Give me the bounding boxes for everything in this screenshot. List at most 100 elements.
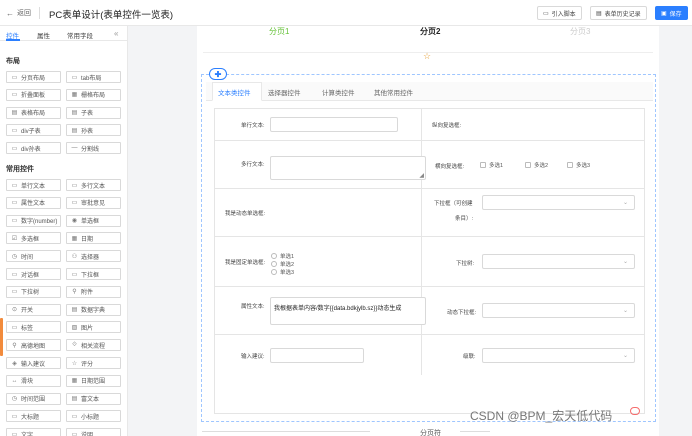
control-item[interactable]: ▦ 日期 <box>66 232 121 245</box>
related-process-icon: ⟐ <box>72 341 77 348</box>
panel-tabs: 控件 属性 常用字段 « <box>0 26 127 41</box>
control-item[interactable]: ▭ 文字 <box>6 428 61 436</box>
save-button[interactable]: ▣ 保存 <box>655 6 688 20</box>
collapse-panel-icon[interactable]: « <box>114 29 118 38</box>
dialog-icon: ▭ <box>11 271 18 278</box>
control-item-label: div子表 <box>21 128 41 135</box>
dropdown-tree-select[interactable]: ⌄ <box>482 254 635 269</box>
control-item[interactable]: ☆ 评分 <box>66 357 121 369</box>
control-item[interactable]: ▭ 说明 <box>66 428 121 436</box>
active-tab-indicator <box>6 39 20 41</box>
control-item[interactable]: ▭ 大标题 <box>6 410 61 423</box>
time-icon: ◷ <box>11 253 18 260</box>
column-divider <box>421 109 422 141</box>
radio-icon <box>271 261 277 267</box>
dynamic-dropdown-select[interactable]: ⌄ <box>482 303 635 318</box>
control-item[interactable]: ▭ 多行文本 <box>66 179 121 191</box>
back-button[interactable]: ← 返回 <box>6 8 31 18</box>
tab-other-controls[interactable]: 其他常用控件 <box>374 87 413 97</box>
checkbox-option[interactable]: 多选1 <box>480 161 503 169</box>
control-item[interactable]: ▭ 小标题 <box>66 410 121 423</box>
form-row: 我是动态单选框: 下拉框（可创建 条目）: ⌄ <box>215 189 644 237</box>
column-divider <box>421 189 422 237</box>
switch-icon: ⊙ <box>11 307 18 314</box>
control-item[interactable]: ▦ 栅格布局 <box>66 88 121 101</box>
single-text-input[interactable] <box>270 117 398 132</box>
delete-icon[interactable] <box>630 407 640 415</box>
step-1[interactable]: 分页1 <box>269 26 289 37</box>
tab-properties[interactable]: 属性 <box>37 30 50 40</box>
common-section-title: 常用控件 <box>6 166 34 173</box>
control-item[interactable]: ▤ 表格布局 <box>6 106 61 119</box>
control-item[interactable]: ▤ 数据字典 <box>66 303 121 316</box>
page-steps: 分页1 分页2 分页3 ☆ <box>197 26 659 61</box>
control-item[interactable]: ⊙ 开关 <box>6 303 61 316</box>
control-item[interactable]: ⟐ 相关流程 <box>66 339 121 352</box>
control-item[interactable]: ↔ 滑块 <box>6 374 61 387</box>
control-item[interactable]: ◉ 单选框 <box>66 214 121 227</box>
import-script-button[interactable]: ▭ 引入脚本 <box>537 6 582 20</box>
control-item[interactable]: ▭ div子表 <box>6 124 61 137</box>
rich-text-icon: ▤ <box>71 396 78 403</box>
multi-text-input[interactable]: ◢ <box>270 156 426 180</box>
control-item-label: 图片 <box>81 325 94 332</box>
control-item[interactable]: ▭ 属性文本 <box>6 196 61 209</box>
radio-option[interactable]: 单选3 <box>271 268 294 276</box>
control-item[interactable]: ▭ tab布局 <box>66 71 121 83</box>
control-item[interactable]: ▭ div孙表 <box>6 142 61 155</box>
checkbox-option[interactable]: 多选2 <box>525 161 548 169</box>
tab-text-controls[interactable]: 文本类控件 <box>218 87 251 97</box>
tag-icon: ▭ <box>11 324 18 331</box>
control-item[interactable]: ⚲ 高德地图 <box>6 339 61 352</box>
control-item[interactable]: ▤ 孙表 <box>66 124 121 137</box>
control-item[interactable]: ▭ 分页布局 <box>6 71 61 83</box>
chevron-down-icon: ⌄ <box>622 259 628 265</box>
control-item-label: 数据字典 <box>81 308 106 315</box>
page-title: PC表单设计(表单控件一览表) <box>49 10 174 21</box>
header-divider <box>39 7 40 19</box>
creatable-dropdown-select[interactable]: ⌄ <box>482 195 635 210</box>
control-item[interactable]: — 分割线 <box>66 142 121 155</box>
input-suggest-label: 输入建议: <box>241 354 265 360</box>
div-subtable-icon: ▭ <box>11 127 18 134</box>
tab-calc-controls[interactable]: 计算类控件 <box>322 87 355 97</box>
resize-grip-icon[interactable]: ◢ <box>419 172 424 179</box>
control-item[interactable]: ☑ 多选框 <box>6 232 61 245</box>
tab-selector-controls[interactable]: 选择器控件 <box>268 87 301 97</box>
control-item[interactable]: ▧ 图片 <box>66 321 121 334</box>
control-item[interactable]: ▭ 标签 <box>6 321 61 334</box>
control-item[interactable]: ◷ 时间范围 <box>6 392 61 405</box>
radio-option[interactable]: 单选1 <box>271 252 294 260</box>
tab-layout-icon: ▭ <box>71 74 78 81</box>
tab-common-fields[interactable]: 常用字段 <box>67 30 93 40</box>
control-item[interactable]: ◈ 输入建议 <box>6 357 61 369</box>
control-item[interactable]: ▭ 折叠面板 <box>6 88 61 101</box>
radio-option[interactable]: 单选2 <box>271 260 294 268</box>
add-control-icon[interactable]: ✚ <box>209 68 227 80</box>
step-2[interactable]: 分页2 <box>420 26 440 37</box>
control-item[interactable]: ▭ 对话框 <box>6 268 61 280</box>
checkbox-option[interactable]: 多选3 <box>567 161 590 169</box>
control-item[interactable]: ⚲ 附件 <box>66 285 121 298</box>
control-item[interactable]: ▭ 审批意见 <box>66 196 121 209</box>
control-item[interactable]: ▭ 下拉树 <box>6 285 61 298</box>
control-item-label: 时间 <box>21 254 34 261</box>
control-item[interactable]: ▤ 子表 <box>66 106 121 119</box>
form-history-button[interactable]: ▤ 表单历史记录 <box>590 6 647 20</box>
panel-drag-handle[interactable] <box>0 318 3 356</box>
step-3[interactable]: 分页3 <box>570 26 590 37</box>
collapse-panel-icon: ▭ <box>11 92 18 99</box>
cascade-select[interactable]: ⌄ <box>482 348 635 363</box>
control-item[interactable]: ▤ 富文本 <box>66 392 121 405</box>
control-item[interactable]: ▭ 数字(number) <box>6 214 61 227</box>
input-suggest-field[interactable] <box>270 348 364 363</box>
map-pin-icon: ⚲ <box>12 342 17 349</box>
control-item[interactable]: ▭ 单行文本 <box>6 179 61 191</box>
number-icon: ▭ <box>11 218 18 225</box>
control-item[interactable]: ◷ 时间 <box>6 250 61 263</box>
control-item-label: div孙表 <box>21 146 41 153</box>
control-item[interactable]: ⚇ 选择器 <box>66 250 121 263</box>
control-item[interactable]: ▦ 日期范围 <box>66 374 121 387</box>
pager-line <box>460 431 490 432</box>
control-item[interactable]: ▭ 下拉框 <box>66 268 121 280</box>
